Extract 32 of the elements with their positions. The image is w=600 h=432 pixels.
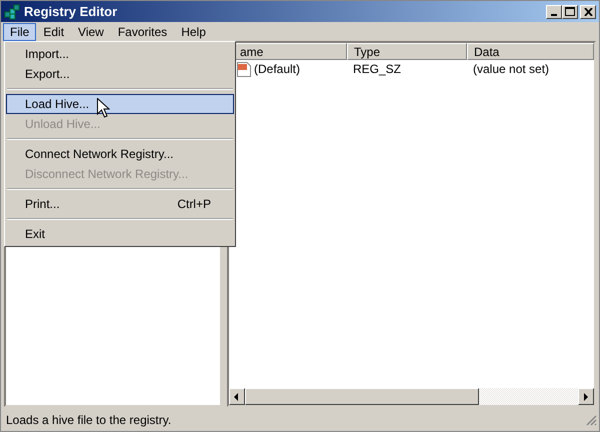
window-title: Registry Editor bbox=[24, 4, 118, 19]
maximize-button[interactable] bbox=[562, 4, 578, 18]
menu-item[interactable]: Exit bbox=[6, 224, 234, 244]
column-header[interactable]: Type bbox=[347, 43, 467, 60]
menu-item[interactable]: File bbox=[3, 22, 36, 40]
menu-item[interactable]: Export... bbox=[6, 64, 234, 84]
menu-item[interactable]: Print... Ctrl+P bbox=[6, 194, 234, 214]
menu-item[interactable]: Load Hive... bbox=[6, 94, 234, 114]
table-cell-text: REG_SZ bbox=[352, 62, 402, 76]
menu-item[interactable]: Connect Network Registry... bbox=[6, 144, 234, 164]
mouse-pointer-icon bbox=[97, 98, 110, 118]
right-arrow-icon bbox=[583, 392, 589, 400]
horizontal-scrollbar[interactable] bbox=[229, 388, 594, 405]
column-header[interactable]: Data bbox=[467, 43, 594, 60]
status-text: Loads a hive file to the registry. bbox=[6, 413, 172, 427]
resize-grip-icon[interactable] bbox=[585, 414, 597, 426]
close-icon bbox=[584, 8, 592, 16]
close-button[interactable] bbox=[580, 4, 596, 18]
cubes-icon bbox=[4, 4, 20, 20]
menu-item[interactable]: View bbox=[71, 22, 111, 40]
maximize-icon bbox=[565, 7, 575, 16]
scroll-thumb[interactable] bbox=[245, 388, 479, 405]
menu-item[interactable]: Favorites bbox=[110, 22, 174, 40]
minimize-icon bbox=[551, 14, 557, 16]
minimize-button[interactable] bbox=[546, 4, 562, 18]
scroll-right-button[interactable] bbox=[578, 388, 594, 405]
menu-item[interactable]: Help bbox=[174, 22, 213, 40]
table-cell-text: (value not set) bbox=[472, 62, 550, 76]
scroll-left-button[interactable] bbox=[229, 388, 245, 405]
left-arrow-icon bbox=[234, 392, 240, 400]
menu-item[interactable]: Edit bbox=[36, 22, 72, 40]
table-cell: (Default) bbox=[254, 62, 300, 76]
